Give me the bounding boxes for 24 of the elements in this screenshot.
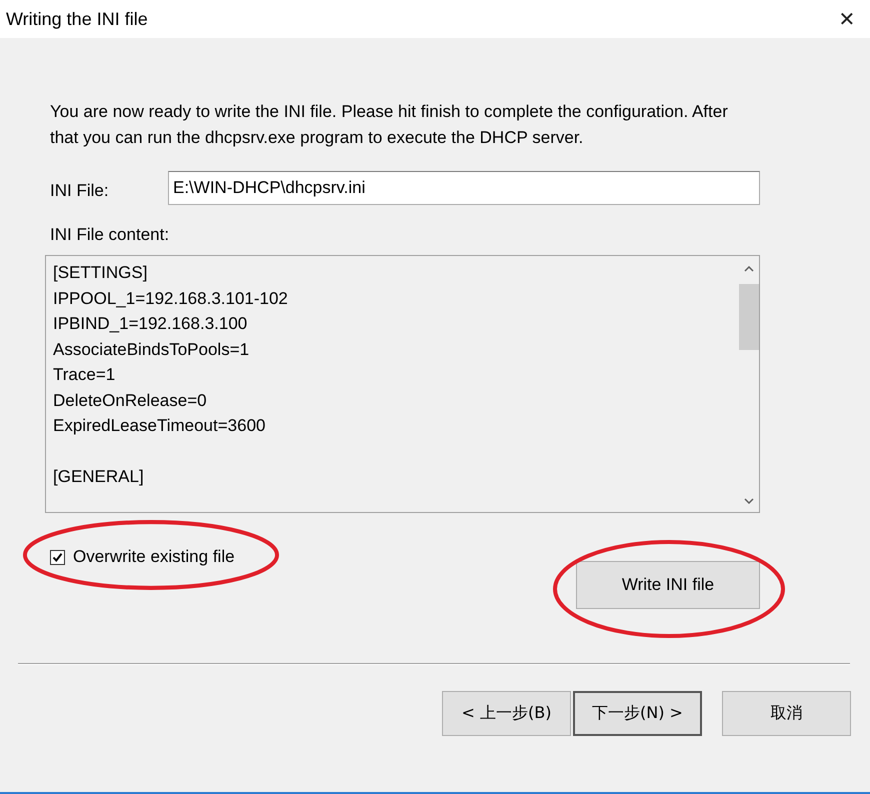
ini-content-area[interactable]: [SETTINGS] IPPOOL_1=192.168.3.101-102 IPBIND_1=192.168.3.100 AssociateBindsToPools=1 Trace=1 DeleteOnRelease=0 ExpiredLeaseTimeout=3600 [GENERAL] (45, 255, 760, 513)
window-title: Writing the INI file (5, 8, 148, 30)
scroll-up-icon[interactable] (744, 266, 754, 272)
wizard-button[interactable]: 取消 (722, 691, 851, 736)
ini-line: [SETTINGS] (53, 262, 148, 284)
ini-content-label: INI File content: (50, 225, 170, 245)
scroll-down-icon[interactable] (744, 498, 754, 504)
wizard-button[interactable]: < 上一步(B) (442, 691, 571, 736)
ini-line: DeleteOnRelease=0 (53, 390, 208, 412)
close-button[interactable]: ✕ (824, 0, 870, 38)
ini-line: AssociateBindsToPools=1 (53, 338, 250, 360)
overwrite-label: Overwrite existing file (73, 547, 235, 567)
ini-line: ExpiredLeaseTimeout=3600 (53, 415, 266, 437)
wizard-button[interactable]: 下一步(N) > (573, 691, 702, 736)
scroll-thumb[interactable] (739, 284, 759, 350)
overwrite-checkbox[interactable] (50, 550, 65, 564)
ini-line: [GENERAL] (53, 466, 145, 488)
ini-line: Trace=1 (53, 364, 116, 386)
ini-file-label: INI File: (50, 180, 110, 201)
ini-line: IPPOOL_1=192.168.3.101-102 (53, 288, 289, 310)
intro-text: You are now ready to write the INI file. Please hit finish to complete the configuration. After that you can run the dhcpsrv.exe program to execute the DHCP server. (50, 101, 729, 149)
write-ini-button[interactable]: Write INI file (576, 561, 760, 609)
ini-file-field[interactable]: E:\WIN-DHCP\dhcpsrv.ini (168, 171, 760, 205)
ini-line: IPBIND_1=192.168.3.100 (53, 313, 248, 335)
